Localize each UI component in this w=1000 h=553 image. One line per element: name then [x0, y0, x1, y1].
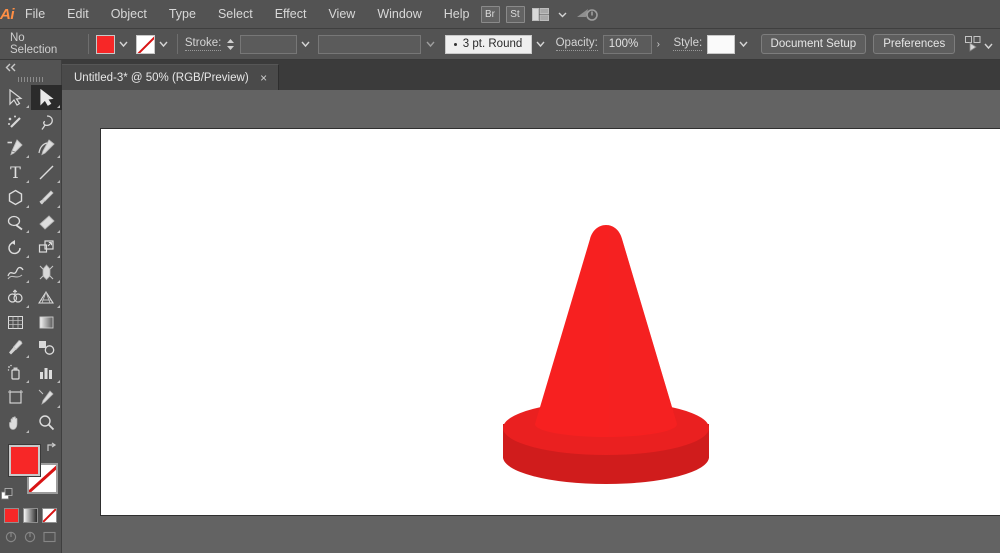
bridge-icon[interactable]: Br	[480, 5, 500, 23]
arrange-chevron-down-icon[interactable]	[557, 9, 568, 20]
hand-tool[interactable]	[0, 410, 31, 435]
menu-select[interactable]: Select	[207, 0, 264, 29]
pen-tool[interactable]	[0, 135, 31, 160]
select-similar-objects-icon[interactable]	[964, 36, 983, 52]
eraser-tool[interactable]	[31, 210, 62, 235]
artboard-tool[interactable]	[0, 385, 31, 410]
traffic-cone-artwork[interactable]	[481, 219, 731, 489]
menu-type[interactable]: Type	[158, 0, 207, 29]
stroke-weight-stepper[interactable]	[225, 35, 235, 54]
direct-selection-tool[interactable]	[0, 85, 31, 110]
document-tab[interactable]: Untitled-3* @ 50% (RGB/Preview) ×	[62, 64, 279, 90]
cloud-sync-icon[interactable]	[574, 5, 600, 23]
menu-effect[interactable]: Effect	[264, 0, 318, 29]
menu-window[interactable]: Window	[366, 0, 432, 29]
symbol-sprayer-tool[interactable]	[0, 360, 31, 385]
stroke-weight-input[interactable]	[239, 34, 297, 54]
perspective-grid-tool[interactable]	[31, 285, 62, 310]
scale-tool[interactable]	[31, 235, 62, 260]
panel-drag-handle[interactable]	[0, 74, 61, 85]
opacity-label: Opacity:	[555, 37, 598, 51]
type-tool[interactable]: T	[0, 160, 31, 185]
brush-definition-chevron-icon[interactable]	[534, 35, 547, 54]
canvas-area[interactable]	[62, 90, 1000, 553]
brush-definition-label: 3 pt. Round	[462, 38, 523, 50]
zoom-tool[interactable]	[31, 410, 62, 435]
document-setup-button[interactable]: Document Setup	[760, 34, 867, 54]
illustrator-window: Ai File Edit Object Type Select Effect V…	[0, 0, 1000, 553]
menu-bar: Ai File Edit Object Type Select Effect V…	[0, 0, 1000, 29]
control-bar: No Selection Stroke: 3 pt. Round Opacity…	[0, 29, 1000, 60]
paintbrush-tool[interactable]	[31, 185, 62, 210]
style-label: Style:	[673, 37, 703, 51]
rotate-tool[interactable]	[0, 235, 31, 260]
stroke-dropdown-chevron-icon[interactable]	[157, 35, 170, 54]
opacity-options-icon[interactable]: ›	[652, 35, 664, 54]
app-logo-icon: Ai	[0, 5, 15, 23]
eyedropper-tool[interactable]	[0, 335, 31, 360]
fill-mode-buttons	[0, 508, 61, 523]
slice-tool[interactable]	[31, 385, 62, 410]
menu-file[interactable]: File	[14, 0, 56, 29]
drawing-mode-button[interactable]	[23, 530, 39, 544]
document-tab-title: Untitled-3* @ 50% (RGB/Preview)	[74, 71, 249, 84]
shaper-pencil-tool[interactable]	[0, 210, 31, 235]
gradient-mode-button[interactable]	[23, 508, 38, 523]
stroke-weight-label: Stroke:	[184, 37, 222, 51]
screen-mode-buttons	[0, 530, 61, 544]
mesh-tool[interactable]	[0, 310, 31, 335]
menu-object[interactable]: Object	[100, 0, 158, 29]
toolbar-fill-swatch[interactable]	[9, 445, 40, 476]
shape-builder-tool[interactable]	[0, 285, 31, 310]
line-segment-tool[interactable]	[31, 160, 62, 185]
normal-screen-mode-button[interactable]	[4, 530, 20, 544]
curvature-tool[interactable]	[31, 135, 62, 160]
selection-status-label: No Selection	[10, 32, 58, 56]
arrange-documents-icon[interactable]	[531, 6, 551, 22]
width-warp-tool[interactable]	[0, 260, 31, 285]
divider	[176, 34, 178, 54]
swap-fill-stroke-icon[interactable]	[46, 442, 59, 455]
divider	[88, 34, 90, 54]
stroke-color-swatch[interactable]	[135, 34, 155, 54]
brush-definition-select[interactable]: 3 pt. Round	[444, 34, 532, 54]
graphic-style-swatch[interactable]	[707, 34, 736, 54]
preferences-button[interactable]: Preferences	[873, 34, 956, 54]
fill-color-swatch[interactable]	[96, 34, 115, 54]
fill-dropdown-chevron-icon[interactable]	[117, 35, 130, 54]
style-chevron-icon[interactable]	[737, 35, 750, 54]
magic-wand-tool[interactable]	[0, 110, 31, 135]
blend-tool[interactable]	[31, 335, 62, 360]
svg-text:T: T	[10, 164, 21, 181]
default-fill-stroke-icon[interactable]	[1, 488, 14, 501]
menu-view[interactable]: View	[317, 0, 366, 29]
collapse-panel-icon[interactable]	[0, 60, 61, 74]
tool-grid: T	[0, 85, 62, 435]
selection-tool[interactable]	[31, 85, 62, 110]
stroke-weight-chevron-icon[interactable]	[299, 35, 312, 54]
none-mode-button[interactable]	[42, 508, 57, 523]
opacity-input[interactable]: 100%	[602, 34, 653, 54]
menu-help[interactable]: Help	[433, 0, 481, 29]
lasso-tool[interactable]	[31, 110, 62, 135]
document-tab-bar: Untitled-3* @ 50% (RGB/Preview) ×	[0, 60, 1000, 90]
gradient-tool[interactable]	[31, 310, 62, 335]
menu-edit[interactable]: Edit	[56, 0, 100, 29]
polygon-shape-tool[interactable]	[0, 185, 31, 210]
artboard[interactable]	[100, 128, 1000, 516]
screen-mode-button[interactable]	[42, 530, 58, 544]
free-transform-tool[interactable]	[31, 260, 62, 285]
column-graph-tool[interactable]	[31, 360, 62, 385]
brush-dot-icon	[453, 42, 457, 46]
select-similar-chevron-icon[interactable]	[983, 39, 994, 50]
variable-width-chevron-icon[interactable]	[423, 35, 436, 54]
color-mode-button[interactable]	[4, 508, 19, 523]
close-icon[interactable]: ×	[258, 71, 270, 85]
stock-icon[interactable]: St	[505, 5, 525, 23]
variable-width-profile-input[interactable]	[317, 34, 422, 54]
tools-panel: T	[0, 60, 62, 553]
fill-stroke-controls	[0, 441, 62, 503]
